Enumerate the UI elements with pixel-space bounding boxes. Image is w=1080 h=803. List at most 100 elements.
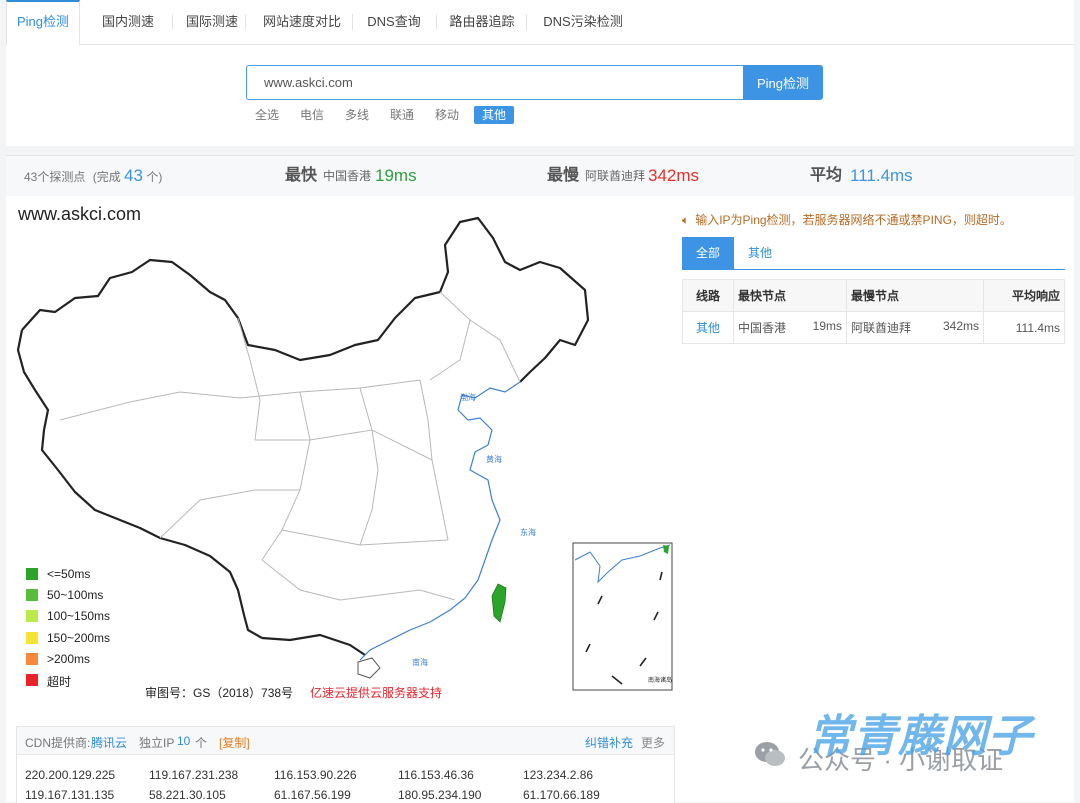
average-value: 111.4ms: [850, 166, 913, 185]
cdn-ip: 220.200.129.225: [25, 768, 116, 782]
ping-panel: Ping检测 国内测速 国际测速 网站速度对比 DNS查询 路由器追踪 DNS污…: [6, 0, 1074, 146]
filter-multiline[interactable]: 多线: [345, 106, 369, 124]
tab-traceroute[interactable]: 路由器追踪: [438, 0, 526, 44]
provider-link[interactable]: 亿速云提供云服务器支持: [310, 684, 442, 701]
bohai-label: 渤海: [460, 392, 476, 402]
legend-label: 超时: [47, 675, 72, 689]
correction-link[interactable]: 纠错补充: [585, 734, 633, 751]
row-slowest-ms: 342ms: [942, 319, 979, 333]
row-average: 111.4ms: [983, 311, 1065, 344]
complete-prefix: (完成: [92, 170, 121, 184]
inset-label: 南海诸岛: [648, 676, 672, 684]
legend-label: 100~150ms: [47, 609, 111, 623]
filter-unicom[interactable]: 联通: [390, 106, 414, 124]
more-link[interactable]: 更多: [641, 734, 665, 751]
tab-domestic-speed[interactable]: 国内测速: [84, 0, 172, 44]
south-sea-label: 南海: [412, 657, 428, 667]
legend-swatch: [26, 674, 38, 686]
cdn-ip: 116.153.90.226: [274, 768, 357, 782]
cdn-ip: 180.95.234.190: [398, 788, 482, 802]
row-slowest: 阿联酋迪拜 342ms: [846, 311, 984, 344]
cdn-provider-label: CDN提供商:: [25, 736, 91, 750]
yellow-sea-label: 黄海: [486, 454, 502, 464]
ping-notice: 🔈︎ 输入IP为Ping检测，若服务器网络不通或禁PING，则超时。: [682, 211, 1012, 228]
complete-count: 43: [124, 166, 143, 185]
result-tabs: 全部 其他: [682, 237, 1065, 270]
tab-dns-lookup[interactable]: DNS查询: [352, 0, 436, 44]
header-fastest: 最快节点: [733, 279, 847, 312]
taiwan-island: [491, 583, 507, 623]
wechat-icon: [752, 736, 788, 772]
independent-ip-label: 独立IP: [139, 736, 175, 750]
filter-other[interactable]: 其他: [474, 106, 515, 124]
fastest-label: 最快: [285, 167, 318, 184]
legend-swatch: [26, 568, 38, 580]
domain-input[interactable]: [246, 65, 777, 100]
header-line: 线路: [682, 279, 734, 312]
filter-mobile[interactable]: 移动: [435, 106, 459, 124]
table-header-row: 线路 最快节点 最慢节点 平均响应: [682, 279, 1065, 312]
fastest-value: 19ms: [375, 166, 417, 185]
tab-dns-pollution[interactable]: DNS污染检测: [528, 0, 638, 44]
row-fastest-node: 中国香港: [738, 321, 787, 335]
row-line-link[interactable]: 其他: [682, 311, 734, 344]
cdn-ip: 119.167.231.238: [149, 768, 239, 782]
stats-bar: 43个探测点 (完成 43 个) 最快 中国香港 19ms 最慢 阿联酋迪拜 3…: [6, 155, 1074, 197]
legend-swatch: [26, 632, 38, 644]
cdn-ip: 61.167.56.199: [274, 788, 351, 802]
slowest-value: 342ms: [648, 166, 700, 185]
result-table: 线路 最快节点 最慢节点 平均响应 其他 中国香港 19ms 阿联酋迪拜 342…: [682, 279, 1065, 344]
tool-tabs: Ping检测 国内测速 国际测速 网站速度对比 DNS查询 路由器追踪 DNS污…: [6, 0, 1074, 46]
legend-label: 50~100ms: [47, 588, 104, 602]
legend-label: >200ms: [47, 652, 91, 666]
tab-divider: [526, 14, 527, 30]
row-fastest: 中国香港 19ms: [733, 311, 847, 344]
cdn-ip: 58.221.30.105: [149, 788, 226, 802]
inset-map-frame: [572, 542, 673, 691]
filter-all[interactable]: 全选: [255, 106, 279, 124]
header-average: 平均响应: [983, 279, 1065, 312]
fastest-node: 中国香港: [323, 169, 372, 183]
tab-other-results[interactable]: 其他: [734, 237, 786, 269]
copy-button[interactable]: [复制]: [219, 734, 250, 751]
cdn-header: CDN提供商: 腾讯云 独立IP 10 个 [复制] 纠错补充 更多: [17, 727, 674, 755]
filter-telecom[interactable]: 电信: [300, 106, 324, 124]
slowest-node: 阿联酋迪拜: [585, 169, 646, 183]
map-approval-number: 审图号：GS（2018）738号: [145, 686, 294, 700]
northern-border: [21, 216, 590, 383]
slowest-label: 最慢: [547, 167, 580, 184]
legend-label: <=50ms: [47, 567, 91, 581]
province-boundaries: [59, 291, 521, 601]
legend-swatch: [26, 653, 38, 665]
row-slowest-node: 阿联酋迪拜: [851, 321, 912, 335]
cdn-provider-link[interactable]: 腾讯云: [91, 734, 127, 751]
header-slowest: 最慢节点: [846, 279, 984, 312]
independent-ip-count: 10: [177, 734, 191, 748]
hainan-island: [357, 657, 381, 679]
cdn-ip: 123.234.2.86: [523, 768, 594, 782]
legend-label: 150~200ms: [47, 631, 111, 645]
cdn-panel: CDN提供商: 腾讯云 独立IP 10 个 [复制] 纠错补充 更多 220.2…: [16, 726, 675, 803]
probe-count-text: 43个探测点: [24, 170, 86, 184]
notice-text: 输入IP为Ping检测，若服务器网络不通或禁PING，则超时。: [695, 213, 1012, 227]
cdn-ip: 116.153.46.36: [398, 768, 474, 782]
cdn-ip: 61.170.66.189: [523, 788, 600, 802]
tab-international-speed[interactable]: 国际测速: [168, 0, 256, 44]
table-row: 其他 中国香港 19ms 阿联酋迪拜 342ms 111.4ms: [682, 311, 1065, 344]
watermark-brand: 常青藤网子: [808, 712, 1033, 761]
average-label: 平均: [810, 167, 843, 184]
tab-ping[interactable]: Ping检测: [6, 0, 80, 46]
independent-ip-unit: 个: [195, 736, 208, 750]
tab-site-compare[interactable]: 网站速度对比: [246, 0, 358, 44]
speaker-icon: 🔈︎: [682, 213, 690, 227]
east-sea-label: 东海: [520, 527, 536, 537]
tab-divider: [436, 14, 437, 30]
legend-swatch: [26, 589, 38, 601]
probe-count: 43个探测点 (完成 43 个): [24, 156, 162, 197]
cdn-ip: 119.167.131.135: [25, 788, 115, 802]
ping-button[interactable]: Ping检测: [743, 65, 823, 100]
legend-swatch: [26, 610, 38, 622]
row-fastest-ms: 19ms: [812, 319, 842, 333]
tab-all-results[interactable]: 全部: [682, 237, 734, 269]
complete-suffix: 个): [146, 170, 163, 184]
